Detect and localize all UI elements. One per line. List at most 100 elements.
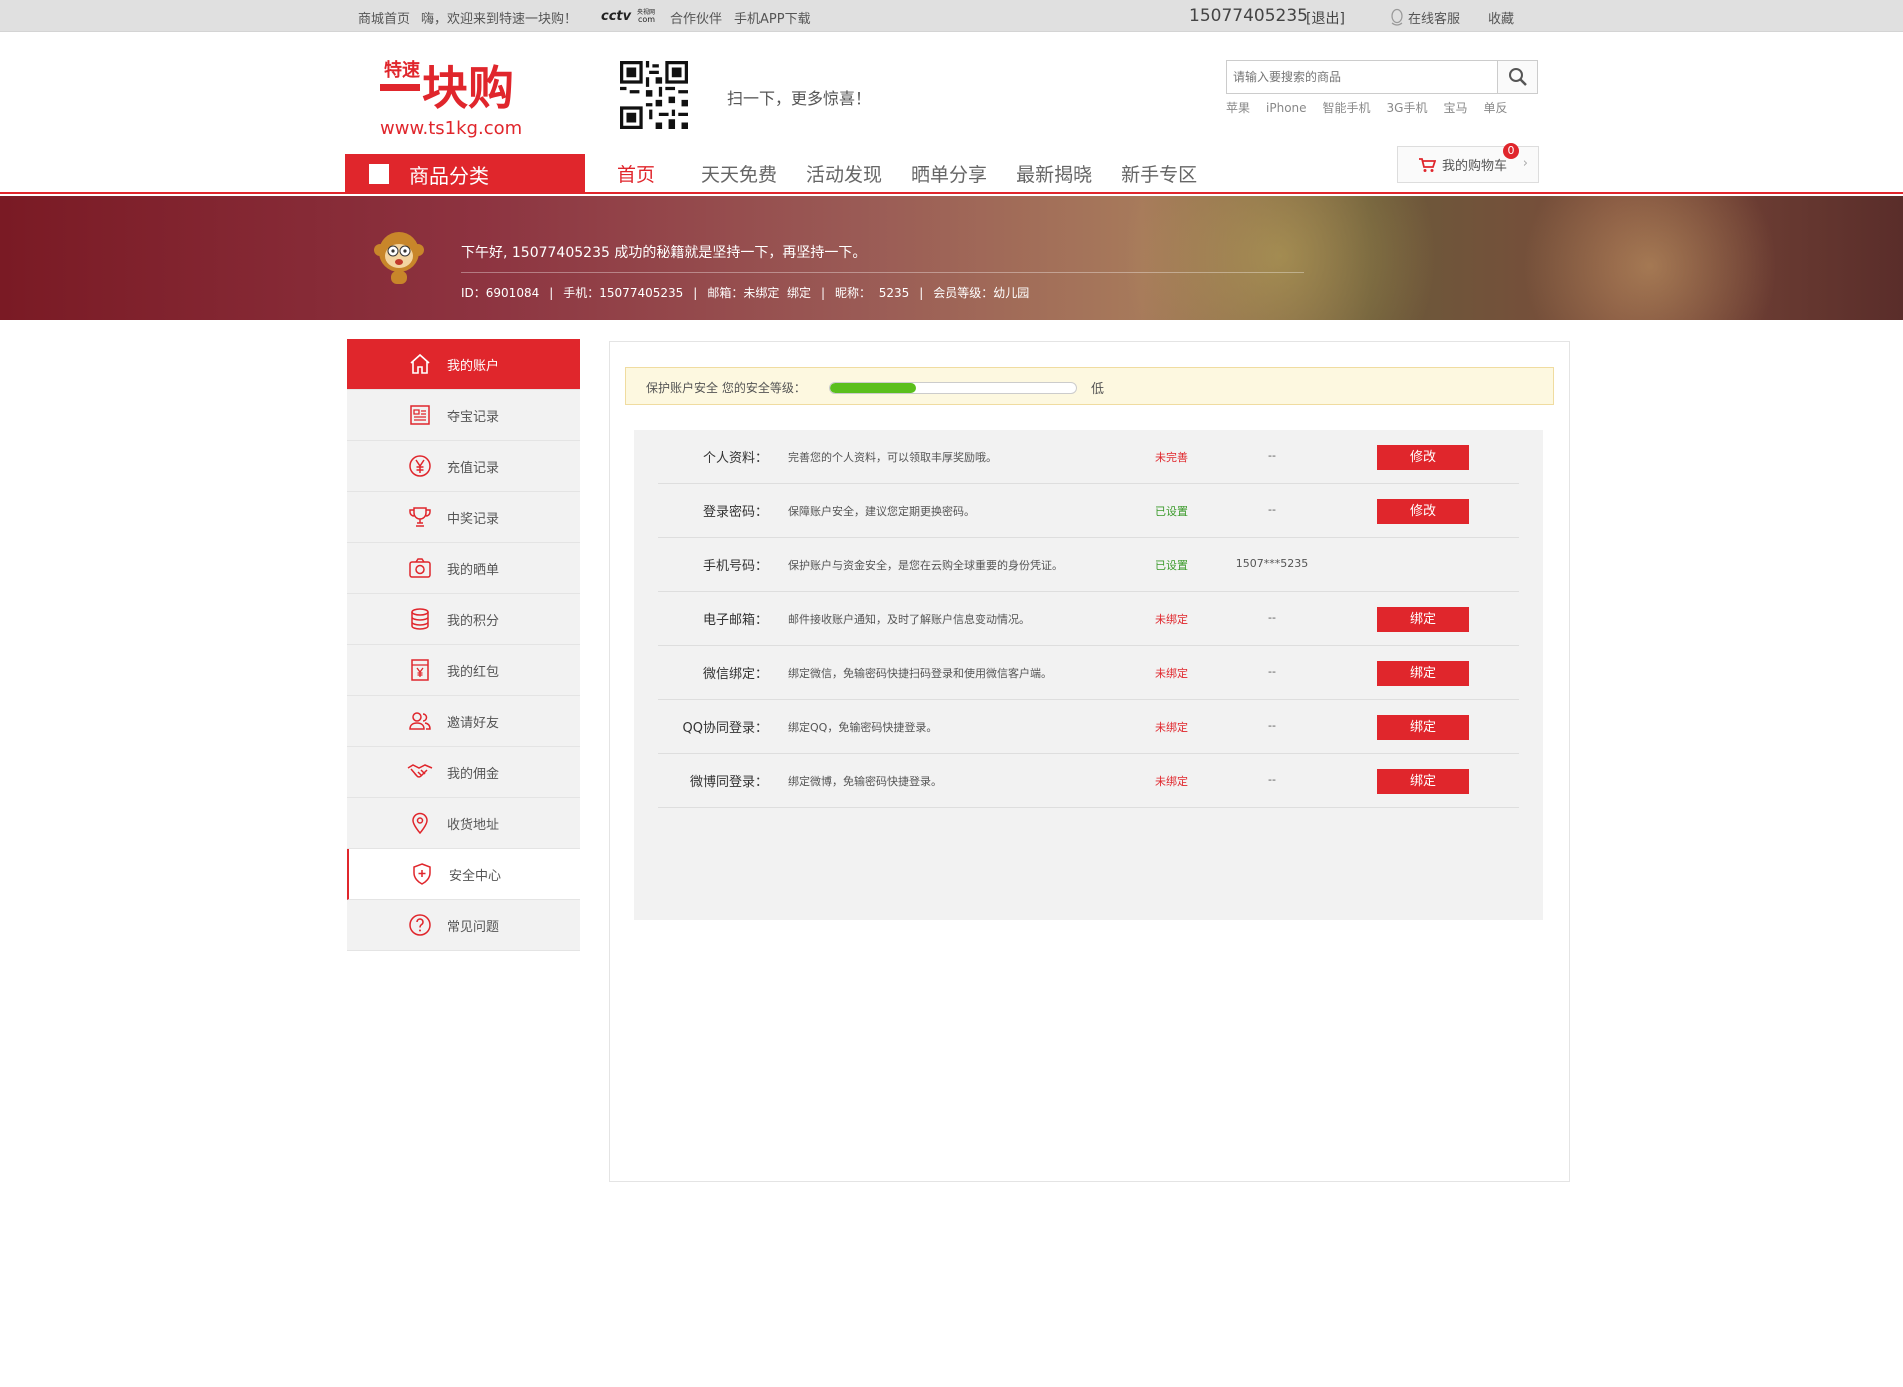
search-input[interactable]	[1227, 61, 1499, 93]
bind-qq-button[interactable]: 绑定	[1377, 715, 1469, 740]
sidebar-item-invite-friends[interactable]: 邀请好友	[347, 696, 580, 747]
row-name: 微博同登录：	[689, 775, 768, 790]
app-download-link[interactable]: 手机APP下载	[734, 8, 811, 27]
security-row-email: 电子邮箱： 邮件接收账户通知，及时了解账户信息变动情况。 未绑定 -- 绑定	[658, 592, 1519, 646]
bind-weibo-button[interactable]: 绑定	[1377, 769, 1469, 794]
row-value: --	[1268, 503, 1276, 516]
user-email: 邮箱：未绑定	[707, 286, 780, 300]
sidebar-item-my-points[interactable]: 我的积分	[347, 594, 580, 645]
sidebar-item-winning-records[interactable]: 中奖记录	[347, 492, 580, 543]
hot-search-words: 苹果 iPhone 智能手机 3G手机 宝马 单反	[1226, 99, 1524, 116]
cart-count-badge: 0	[1503, 143, 1519, 159]
sidebar-item-label: 我的积分	[447, 613, 500, 629]
user-banner: 下午好, 15077405235 成功的秘籍就是坚持一下，再坚持一下。 ID：6…	[0, 196, 1903, 320]
user-mobile: 手机：15077405235	[563, 286, 684, 300]
row-description: 保护账户与资金安全，是您在云购全球重要的身份凭证。	[788, 559, 1063, 572]
user-id: ID：6901084	[461, 286, 540, 300]
sidebar-item-label: 邀请好友	[447, 715, 500, 731]
svg-text:cctv: cctv	[601, 9, 632, 24]
cctv-logo[interactable]: cctv 央视网 com	[601, 5, 666, 25]
user-phone[interactable]: 15077405235	[1189, 6, 1308, 26]
security-level-bar: 保护账户安全 您的安全等级： 低	[625, 367, 1554, 405]
nav-free-daily[interactable]: 天天免费	[701, 164, 777, 186]
sidebar-item-label: 安全中心	[449, 868, 502, 884]
bind-email-button[interactable]: 绑定	[1377, 607, 1469, 632]
site-logo[interactable]: 特速 块购 www.ts1kg.com	[378, 50, 548, 140]
avatar[interactable]	[368, 226, 430, 288]
row-description: 完善您的个人资料，可以领取丰厚奖励哦。	[788, 451, 997, 464]
yen-circle-icon	[407, 453, 433, 479]
row-name: 微信绑定：	[702, 667, 768, 682]
row-name: QQ协同登录：	[682, 721, 768, 736]
mall-home-link[interactable]: 商城首页	[358, 8, 410, 27]
nickname-label: 昵称：	[835, 286, 872, 300]
nav-share[interactable]: 晒单分享	[911, 164, 987, 186]
top-bar: 商城首页 嗨，欢迎来到特速一块购！ cctv 央视网 com 合作伙伴 手机AP…	[0, 0, 1903, 32]
user-nickname: 5235	[878, 286, 910, 300]
search-button[interactable]	[1497, 61, 1537, 93]
security-row-profile: 个人资料： 完善您的个人资料，可以领取丰厚奖励哦。 未完善 -- 修改	[658, 430, 1519, 484]
edit-password-button[interactable]: 修改	[1377, 499, 1469, 524]
row-status: 未绑定	[1155, 775, 1188, 788]
qq-icon	[1389, 8, 1405, 30]
menu-icon	[369, 164, 389, 184]
hot-word[interactable]: 宝马	[1443, 101, 1467, 115]
hot-word[interactable]: 苹果	[1226, 101, 1250, 115]
qr-code-image	[620, 61, 688, 129]
logout-link[interactable]: [退出]	[1306, 8, 1345, 28]
sidebar-item-shipping-address[interactable]: 收货地址	[347, 798, 580, 849]
partner-link[interactable]: 合作伙伴	[670, 8, 722, 27]
cart-button[interactable]: 我的购物车 0 ›	[1397, 143, 1539, 183]
row-name: 手机号码：	[702, 559, 768, 574]
row-status: 未绑定	[1155, 667, 1188, 680]
hot-word[interactable]: iPhone	[1266, 101, 1307, 115]
row-status: 已设置	[1155, 505, 1188, 518]
security-row-weibo: 微博同登录： 绑定微博，免输密码快捷登录。 未绑定 -- 绑定	[658, 754, 1519, 808]
row-status: 未完善	[1155, 451, 1188, 464]
nav-newbie[interactable]: 新手专区	[1121, 164, 1197, 186]
row-value: --	[1268, 665, 1276, 678]
row-description: 保障账户安全，建议您定期更换密码。	[788, 505, 975, 518]
favorite-link[interactable]: 收藏	[1488, 8, 1514, 27]
security-center-panel: 保护账户安全 您的安全等级： 低 个人资料： 完善您的个人资料，可以领取丰厚奖励…	[609, 341, 1570, 1182]
category-button[interactable]: 商品分类	[345, 154, 585, 194]
edit-profile-button[interactable]: 修改	[1377, 445, 1469, 470]
hot-word[interactable]: 3G手机	[1387, 101, 1428, 115]
security-level-value: 低	[1091, 382, 1105, 397]
sidebar-item-red-packets[interactable]: 我的红包	[347, 645, 580, 696]
security-progress-fill	[830, 383, 917, 393]
nav-links: 首页 天天免费 活动发现 晒单分享 最新揭晓 新手专区	[617, 160, 1226, 187]
security-row-password: 登录密码： 保障账户安全，建议您定期更换密码。 已设置 -- 修改	[658, 484, 1519, 538]
sidebar-item-treasure-records[interactable]: 夺宝记录	[347, 390, 580, 441]
sidebar-item-my-commission[interactable]: 我的佣金	[347, 747, 580, 798]
sidebar-item-my-shares[interactable]: 我的晒单	[347, 543, 580, 594]
row-name: 电子邮箱：	[702, 613, 768, 628]
sidebar-item-security-center[interactable]: 安全中心	[347, 849, 580, 900]
svg-text:www.ts1kg.com: www.ts1kg.com	[380, 118, 522, 139]
sidebar-item-recharge-records[interactable]: 充值记录	[347, 441, 580, 492]
search-box	[1226, 60, 1538, 94]
row-value: --	[1268, 719, 1276, 732]
nav-home[interactable]: 首页	[617, 164, 655, 186]
sidebar-item-label: 我的账户	[447, 358, 500, 374]
security-row-mobile: 手机号码： 保护账户与资金安全，是您在云购全球重要的身份凭证。 已设置 1507…	[658, 538, 1519, 592]
sidebar-item-label: 我的红包	[447, 664, 500, 680]
bind-email-link[interactable]: 绑定	[787, 286, 811, 300]
security-level-label: 保护账户安全 您的安全等级：	[646, 381, 806, 395]
nav-latest-reveal[interactable]: 最新揭晓	[1016, 164, 1092, 186]
member-level: 会员等级：幼儿园	[933, 286, 1030, 300]
sidebar-item-label: 我的佣金	[447, 766, 500, 782]
sidebar-item-label: 充值记录	[447, 460, 500, 476]
sidebar-item-label: 我的晒单	[447, 562, 500, 578]
sidebar-item-my-account[interactable]: 我的账户	[347, 339, 580, 390]
svg-text:com: com	[638, 15, 655, 24]
nav-activities[interactable]: 活动发现	[806, 164, 882, 186]
row-name: 登录密码：	[702, 505, 768, 520]
online-service-link[interactable]: 在线客服	[1408, 8, 1460, 27]
hot-word[interactable]: 单反	[1484, 101, 1508, 115]
row-value: --	[1268, 449, 1276, 462]
hot-word[interactable]: 智能手机	[1323, 101, 1371, 115]
bind-wechat-button[interactable]: 绑定	[1377, 661, 1469, 686]
sidebar-item-faq[interactable]: 常见问题	[347, 900, 580, 951]
row-status: 未绑定	[1155, 613, 1188, 626]
